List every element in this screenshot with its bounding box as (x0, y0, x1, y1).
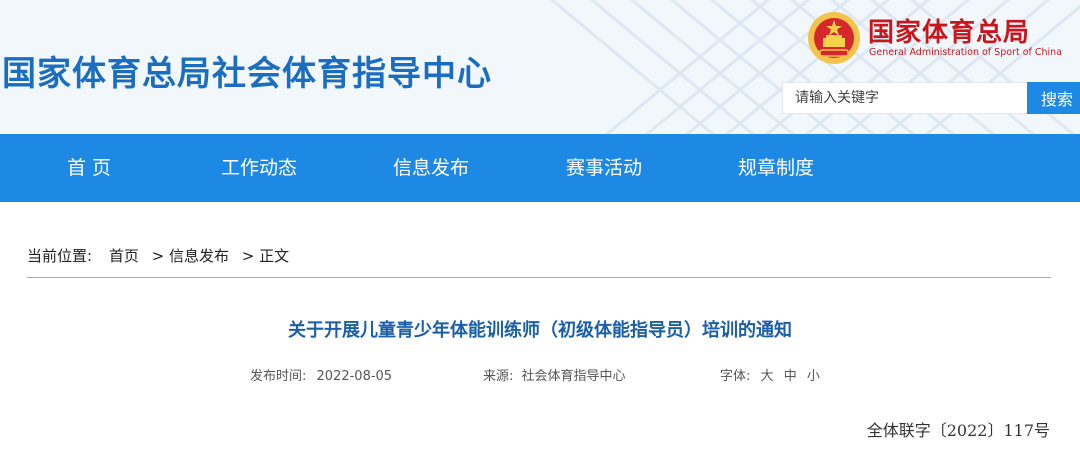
nav-item-home[interactable]: 首 页 (67, 134, 111, 202)
font-size-medium-button[interactable]: 中 (784, 369, 797, 384)
source-label: 来源: (483, 369, 514, 384)
font-size-switcher: 字体: 大 中 小 (720, 365, 820, 384)
publish-date: 发布时间: 2022-08-05 (250, 365, 392, 384)
logo-english-name: General Administration of Sport of China (869, 47, 1063, 58)
font-size-small-button[interactable]: 小 (807, 369, 820, 384)
site-header: 国家体育总局社会体育指导中心 国家体育总局 General Administra… (0, 0, 1080, 134)
nav-item-regulations[interactable]: 规章制度 (738, 134, 814, 202)
breadcrumb-section-link[interactable]: 信息发布 (169, 247, 229, 265)
logo-chinese-name: 国家体育总局 (868, 18, 1031, 48)
source-value: 社会体育指导中心 (521, 369, 626, 384)
breadcrumb: 当前位置: 首页 > 信息发布 > 正文 (27, 245, 289, 266)
publish-date-value: 2022-08-05 (316, 369, 393, 384)
main-nav: 首 页 工作动态 信息发布 赛事活动 规章制度 (0, 134, 1080, 202)
breadcrumb-divider (27, 277, 1051, 278)
breadcrumb-separator: > (151, 247, 165, 265)
search-button[interactable]: 搜索 (1027, 82, 1080, 114)
font-size-large-button[interactable]: 大 (761, 369, 774, 384)
breadcrumb-prefix: 当前位置: (27, 247, 93, 265)
site-title[interactable]: 国家体育总局社会体育指导中心 (2, 46, 492, 95)
breadcrumb-separator: > (241, 247, 255, 265)
nav-item-work-news[interactable]: 工作动态 (221, 134, 297, 202)
font-size-label: 字体: (720, 369, 751, 384)
article-source: 来源: 社会体育指导中心 (483, 365, 626, 384)
document-number: 全体联字〔2022〕117号 (866, 421, 1050, 440)
nav-item-announcements[interactable]: 信息发布 (393, 134, 469, 202)
nav-item-events[interactable]: 赛事活动 (566, 134, 642, 202)
agency-logo[interactable]: 国家体育总局 General Administration of Sport o… (806, 8, 1076, 68)
breadcrumb-home-link[interactable]: 首页 (109, 247, 139, 265)
search-input[interactable] (782, 82, 1028, 114)
national-emblem-icon (808, 12, 860, 64)
publish-date-label: 发布时间: (250, 369, 307, 384)
article-title: 关于开展儿童青少年体能训练师（初级体能指导员）培训的通知 (288, 320, 792, 341)
breadcrumb-current: 正文 (259, 247, 290, 265)
